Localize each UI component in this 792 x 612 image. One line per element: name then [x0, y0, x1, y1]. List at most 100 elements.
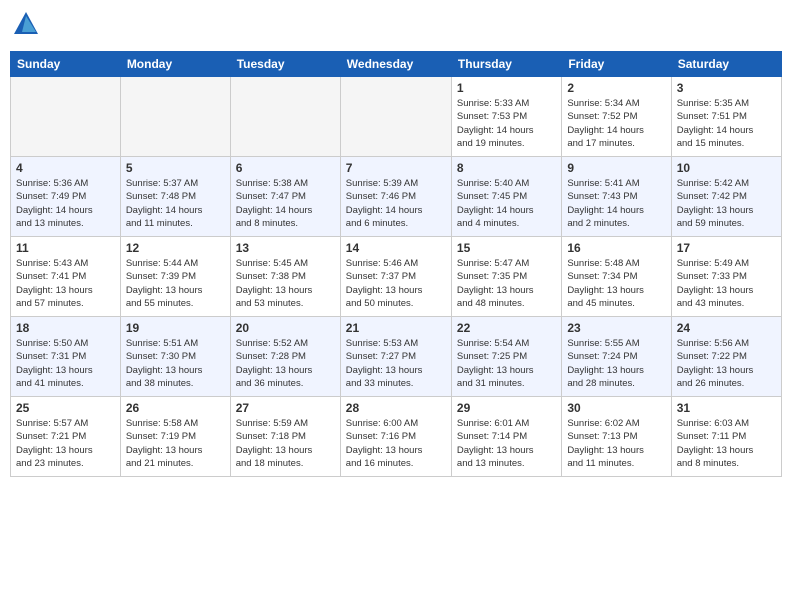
- calendar-table: SundayMondayTuesdayWednesdayThursdayFrid…: [10, 51, 782, 477]
- day-number: 31: [677, 401, 776, 415]
- day-info: Sunrise: 5:57 AM Sunset: 7:21 PM Dayligh…: [16, 417, 115, 470]
- weekday-header-wednesday: Wednesday: [340, 52, 451, 77]
- day-cell: 21Sunrise: 5:53 AM Sunset: 7:27 PM Dayli…: [340, 317, 451, 397]
- day-info: Sunrise: 5:43 AM Sunset: 7:41 PM Dayligh…: [16, 257, 115, 310]
- day-info: Sunrise: 5:47 AM Sunset: 7:35 PM Dayligh…: [457, 257, 556, 310]
- day-info: Sunrise: 5:39 AM Sunset: 7:46 PM Dayligh…: [346, 177, 446, 230]
- day-cell: 18 Sunrise: 5:50 AM Sunset: 7:31 PM Dayli…: [11, 317, 121, 397]
- week-row-3: 11Sunrise: 5:43 AM Sunset: 7:41 PM Dayli…: [11, 237, 782, 317]
- day-info: Sunrise: 5:51 AM Sunset: 7:30 PM Dayligh…: [126, 337, 225, 390]
- day-info: Sunrise: 5:40 AM Sunset: 7:45 PM Dayligh…: [457, 177, 556, 230]
- day-cell: 8 Sunrise: 5:40 AM Sunset: 7:45 PM Daylig…: [451, 157, 561, 237]
- day-cell: 16 Sunrise: 5:48 AM Sunset: 7:34 PM Dayli…: [562, 237, 671, 317]
- weekday-header-tuesday: Tuesday: [230, 52, 340, 77]
- day-number: 3: [677, 81, 776, 95]
- day-cell: 24Sunrise: 5:56 AM Sunset: 7:22 PM Dayli…: [671, 317, 781, 397]
- day-info: Sunrise: 6:00 AM Sunset: 7:16 PM Dayligh…: [346, 417, 446, 470]
- day-number: 6: [236, 161, 335, 175]
- day-cell: [340, 77, 451, 157]
- day-number: 15: [457, 241, 556, 255]
- day-number: 22: [457, 321, 556, 335]
- day-cell: 26 Sunrise: 5:58 AM Sunset: 7:19 PM Dayli…: [120, 397, 230, 477]
- day-number: 19: [126, 321, 225, 335]
- weekday-header-monday: Monday: [120, 52, 230, 77]
- day-cell: 14Sunrise: 5:46 AM Sunset: 7:37 PM Dayli…: [340, 237, 451, 317]
- header: [10, 10, 782, 43]
- day-cell: 3 Sunrise: 5:35 AM Sunset: 7:51 PM Daylig…: [671, 77, 781, 157]
- day-info: Sunrise: 5:33 AM Sunset: 7:53 PM Dayligh…: [457, 97, 556, 150]
- day-cell: 11Sunrise: 5:43 AM Sunset: 7:41 PM Dayli…: [11, 237, 121, 317]
- day-info: Sunrise: 5:50 AM Sunset: 7:31 PM Dayligh…: [16, 337, 115, 390]
- day-info: Sunrise: 5:45 AM Sunset: 7:38 PM Dayligh…: [236, 257, 335, 310]
- day-cell: 22 Sunrise: 5:54 AM Sunset: 7:25 PM Dayli…: [451, 317, 561, 397]
- day-info: Sunrise: 5:48 AM Sunset: 7:34 PM Dayligh…: [567, 257, 665, 310]
- day-number: 13: [236, 241, 335, 255]
- day-info: Sunrise: 6:01 AM Sunset: 7:14 PM Dayligh…: [457, 417, 556, 470]
- logo-icon: [12, 10, 40, 38]
- day-info: Sunrise: 5:44 AM Sunset: 7:39 PM Dayligh…: [126, 257, 225, 310]
- day-number: 28: [346, 401, 446, 415]
- day-info: Sunrise: 5:52 AM Sunset: 7:28 PM Dayligh…: [236, 337, 335, 390]
- day-info: Sunrise: 5:34 AM Sunset: 7:52 PM Dayligh…: [567, 97, 665, 150]
- day-info: Sunrise: 5:37 AM Sunset: 7:48 PM Dayligh…: [126, 177, 225, 230]
- day-info: Sunrise: 5:56 AM Sunset: 7:22 PM Dayligh…: [677, 337, 776, 390]
- day-cell: 15 Sunrise: 5:47 AM Sunset: 7:35 PM Dayli…: [451, 237, 561, 317]
- day-cell: 6Sunrise: 5:38 AM Sunset: 7:47 PM Daylig…: [230, 157, 340, 237]
- day-number: 2: [567, 81, 665, 95]
- weekday-header-saturday: Saturday: [671, 52, 781, 77]
- day-info: Sunrise: 5:46 AM Sunset: 7:37 PM Dayligh…: [346, 257, 446, 310]
- page: SundayMondayTuesdayWednesdayThursdayFrid…: [0, 0, 792, 612]
- day-number: 1: [457, 81, 556, 95]
- day-cell: 27 Sunrise: 5:59 AM Sunset: 7:18 PM Dayli…: [230, 397, 340, 477]
- day-cell: 29 Sunrise: 6:01 AM Sunset: 7:14 PM Dayli…: [451, 397, 561, 477]
- day-number: 18: [16, 321, 115, 335]
- day-cell: 2 Sunrise: 5:34 AM Sunset: 7:52 PM Daylig…: [562, 77, 671, 157]
- day-info: Sunrise: 5:42 AM Sunset: 7:42 PM Dayligh…: [677, 177, 776, 230]
- day-cell: 13 Sunrise: 5:45 AM Sunset: 7:38 PM Dayli…: [230, 237, 340, 317]
- day-number: 8: [457, 161, 556, 175]
- day-cell: 17 Sunrise: 5:49 AM Sunset: 7:33 PM Dayli…: [671, 237, 781, 317]
- weekday-header-friday: Friday: [562, 52, 671, 77]
- day-number: 26: [126, 401, 225, 415]
- day-info: Sunrise: 5:59 AM Sunset: 7:18 PM Dayligh…: [236, 417, 335, 470]
- day-cell: 7Sunrise: 5:39 AM Sunset: 7:46 PM Daylig…: [340, 157, 451, 237]
- day-cell: 23Sunrise: 5:55 AM Sunset: 7:24 PM Dayli…: [562, 317, 671, 397]
- day-cell: 4 Sunrise: 5:36 AM Sunset: 7:49 PM Daylig…: [11, 157, 121, 237]
- day-info: Sunrise: 5:36 AM Sunset: 7:49 PM Dayligh…: [16, 177, 115, 230]
- day-number: 27: [236, 401, 335, 415]
- day-number: 12: [126, 241, 225, 255]
- day-cell: 10 Sunrise: 5:42 AM Sunset: 7:42 PM Dayli…: [671, 157, 781, 237]
- day-number: 30: [567, 401, 665, 415]
- week-row-4: 18 Sunrise: 5:50 AM Sunset: 7:31 PM Dayli…: [11, 317, 782, 397]
- weekday-header-sunday: Sunday: [11, 52, 121, 77]
- day-info: Sunrise: 5:54 AM Sunset: 7:25 PM Dayligh…: [457, 337, 556, 390]
- weekday-header-row: SundayMondayTuesdayWednesdayThursdayFrid…: [11, 52, 782, 77]
- day-cell: 25Sunrise: 5:57 AM Sunset: 7:21 PM Dayli…: [11, 397, 121, 477]
- logo: [10, 10, 40, 43]
- day-info: Sunrise: 5:55 AM Sunset: 7:24 PM Dayligh…: [567, 337, 665, 390]
- day-info: Sunrise: 5:49 AM Sunset: 7:33 PM Dayligh…: [677, 257, 776, 310]
- day-cell: 12 Sunrise: 5:44 AM Sunset: 7:39 PM Dayli…: [120, 237, 230, 317]
- day-number: 5: [126, 161, 225, 175]
- week-row-1: 1 Sunrise: 5:33 AM Sunset: 7:53 PM Daylig…: [11, 77, 782, 157]
- day-number: 4: [16, 161, 115, 175]
- day-number: 20: [236, 321, 335, 335]
- day-cell: 1 Sunrise: 5:33 AM Sunset: 7:53 PM Daylig…: [451, 77, 561, 157]
- day-info: Sunrise: 6:03 AM Sunset: 7:11 PM Dayligh…: [677, 417, 776, 470]
- day-cell: [11, 77, 121, 157]
- day-number: 16: [567, 241, 665, 255]
- day-cell: [230, 77, 340, 157]
- day-cell: 9 Sunrise: 5:41 AM Sunset: 7:43 PM Daylig…: [562, 157, 671, 237]
- day-number: 9: [567, 161, 665, 175]
- day-number: 10: [677, 161, 776, 175]
- day-cell: 28 Sunrise: 6:00 AM Sunset: 7:16 PM Dayli…: [340, 397, 451, 477]
- day-number: 29: [457, 401, 556, 415]
- day-number: 21: [346, 321, 446, 335]
- day-cell: 30Sunrise: 6:02 AM Sunset: 7:13 PM Dayli…: [562, 397, 671, 477]
- day-cell: 5 Sunrise: 5:37 AM Sunset: 7:48 PM Daylig…: [120, 157, 230, 237]
- day-info: Sunrise: 5:58 AM Sunset: 7:19 PM Dayligh…: [126, 417, 225, 470]
- day-info: Sunrise: 5:35 AM Sunset: 7:51 PM Dayligh…: [677, 97, 776, 150]
- day-info: Sunrise: 5:41 AM Sunset: 7:43 PM Dayligh…: [567, 177, 665, 230]
- day-number: 17: [677, 241, 776, 255]
- day-cell: 19 Sunrise: 5:51 AM Sunset: 7:30 PM Dayli…: [120, 317, 230, 397]
